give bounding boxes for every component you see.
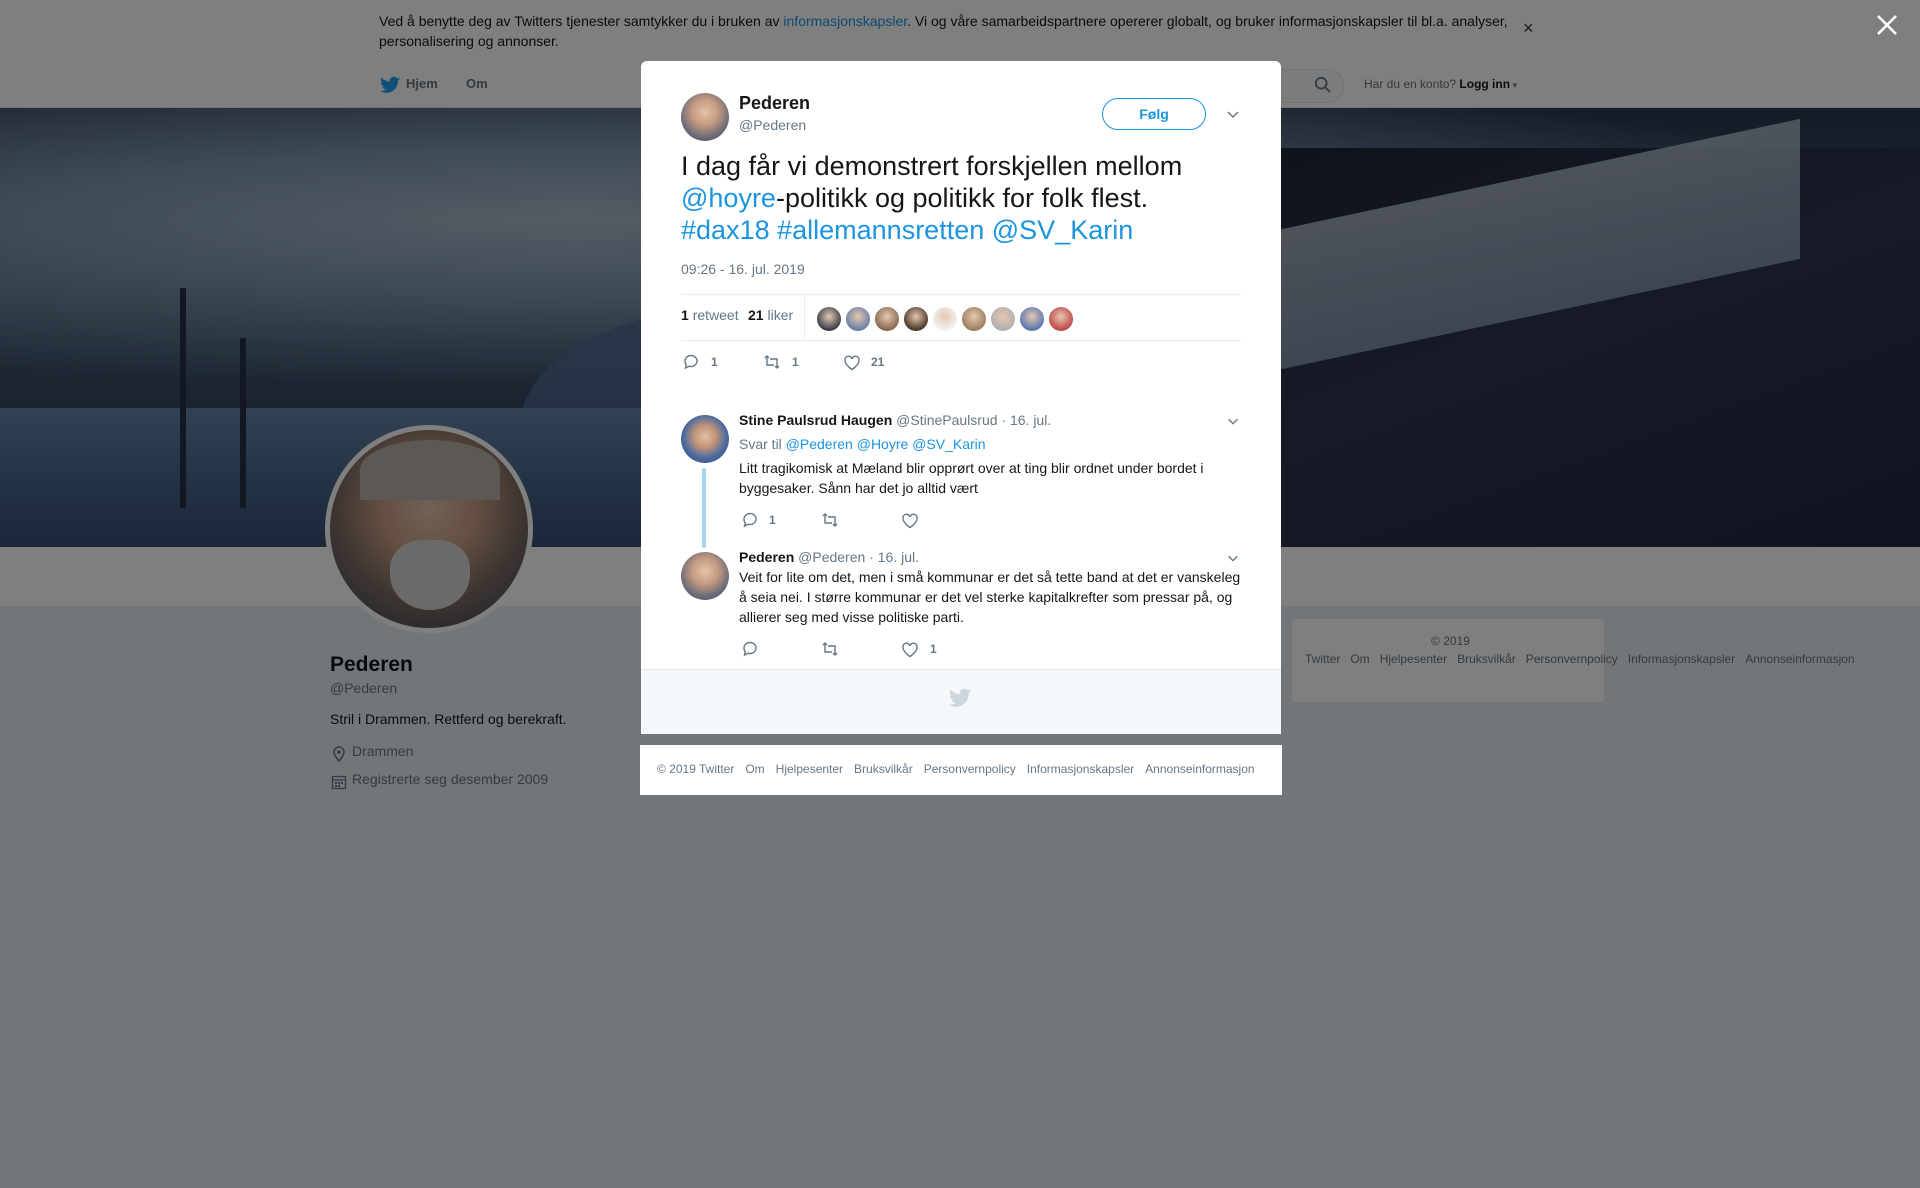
heart-icon[interactable] — [843, 354, 861, 372]
tweet-timestamp[interactable]: 09:26 - 16. jul. 2019 — [681, 261, 805, 277]
hashtag-link[interactable]: #dax18 — [681, 215, 770, 245]
reply-date[interactable]: · 16. jul. — [1001, 412, 1051, 428]
tweet-text-part: -politikk og politikk for folk flest. — [775, 183, 1149, 213]
retweet-count: 1 — [681, 307, 689, 323]
reply-count: 1 — [711, 355, 718, 369]
reply-count: 1 — [769, 513, 776, 527]
footer-link-help[interactable]: Hjelpesenter — [776, 762, 843, 776]
heart-icon[interactable] — [901, 512, 919, 530]
retweet-stat[interactable]: 1 retweet — [681, 307, 739, 323]
footer-link-privacy[interactable]: Personvernpolicy — [924, 762, 1016, 776]
mention-link[interactable]: @SV_Karin — [912, 436, 985, 452]
reply-header: Pederen @Pederen · 16. jul. — [739, 549, 919, 565]
like-count: 1 — [930, 642, 937, 656]
reply-to-line: Svar til @Pederen @Hoyre @SV_Karin — [739, 436, 986, 452]
reply-icon[interactable] — [682, 353, 700, 371]
like-stat[interactable]: 21 liker — [748, 307, 793, 323]
close-icon[interactable] — [1874, 12, 1900, 38]
thread-line — [702, 468, 706, 548]
liker-avatar[interactable] — [874, 306, 900, 332]
reply-author-handle[interactable]: @StinePaulsrud — [896, 412, 997, 428]
reply-text: Veit for lite om det, men i små kommunar… — [739, 569, 1241, 625]
tweet-text-part: I dag får vi demonstrert forskjellen mel… — [681, 151, 1183, 181]
liker-avatar[interactable] — [932, 306, 958, 332]
reply-text: Litt tragikomisk at Mæland blir opprørt … — [739, 460, 1204, 496]
mention-link[interactable]: @Hoyre — [857, 436, 909, 452]
hashtag-link[interactable]: #allemannsretten — [777, 215, 984, 245]
liker-avatar[interactable] — [845, 306, 871, 332]
bottom-footer-links: © 2019 Twitter Om Hjelpesenter Bruksvilkår P… — [657, 762, 1266, 776]
reply-author-name[interactable]: Pederen — [739, 549, 794, 565]
chevron-down-icon[interactable] — [1226, 551, 1240, 565]
footer-link-terms[interactable]: Bruksvilkår — [854, 762, 913, 776]
liker-avatar[interactable] — [961, 306, 987, 332]
retweet-icon[interactable] — [821, 511, 839, 529]
follow-button[interactable]: Følg — [1102, 98, 1206, 130]
tweet-author-handle[interactable]: @Pederen — [739, 117, 806, 133]
liker-avatar[interactable] — [1019, 306, 1045, 332]
mention-link[interactable]: @hoyre — [681, 183, 776, 213]
chevron-down-icon[interactable] — [1225, 106, 1241, 122]
reply-date[interactable]: · 16. jul. — [869, 549, 919, 565]
footer-link-about[interactable]: Om — [745, 762, 764, 776]
divider — [681, 294, 1241, 295]
twitter-bird-icon — [949, 688, 971, 707]
reply-avatar[interactable] — [681, 415, 729, 463]
retweet-icon[interactable] — [763, 353, 781, 371]
reply-avatar[interactable] — [681, 552, 729, 600]
footer-link-ads[interactable]: Annonseinformasjon — [1145, 762, 1254, 776]
heart-icon[interactable] — [901, 641, 919, 659]
reply-author-handle[interactable]: @Pederen — [798, 549, 865, 565]
retweet-count: 1 — [792, 355, 799, 369]
reply-header: Stine Paulsrud Haugen @StinePaulsrud · 1… — [739, 412, 1051, 428]
reply-icon[interactable] — [741, 640, 759, 658]
tweet-author-avatar[interactable] — [681, 93, 729, 141]
reply-icon[interactable] — [741, 511, 759, 529]
tweet-text: I dag får vi demonstrert forskjellen mel… — [681, 150, 1241, 246]
like-label: liker — [767, 307, 794, 323]
reply-to-label: Svar til — [739, 436, 782, 452]
liker-avatar[interactable] — [816, 306, 842, 332]
chevron-down-icon[interactable] — [1226, 414, 1240, 428]
mention-link[interactable]: @Pederen — [786, 436, 853, 452]
liker-avatar[interactable] — [1048, 306, 1074, 332]
retweet-label: retweet — [692, 307, 739, 323]
like-count: 21 — [748, 307, 764, 323]
reply-author-name[interactable]: Stine Paulsrud Haugen — [739, 412, 892, 428]
like-count: 21 — [871, 355, 885, 369]
retweet-icon[interactable] — [821, 640, 839, 658]
divider — [681, 340, 1241, 341]
liker-avatar[interactable] — [990, 306, 1016, 332]
footer-link-cookies[interactable]: Informasjonskapsler — [1027, 762, 1134, 776]
footer-link-copyright[interactable]: © 2019 Twitter — [657, 762, 734, 776]
tweet-author-name[interactable]: Pederen — [739, 93, 810, 114]
mention-link[interactable]: @SV_Karin — [992, 215, 1133, 245]
divider — [804, 294, 805, 340]
liker-avatar[interactable] — [903, 306, 929, 332]
